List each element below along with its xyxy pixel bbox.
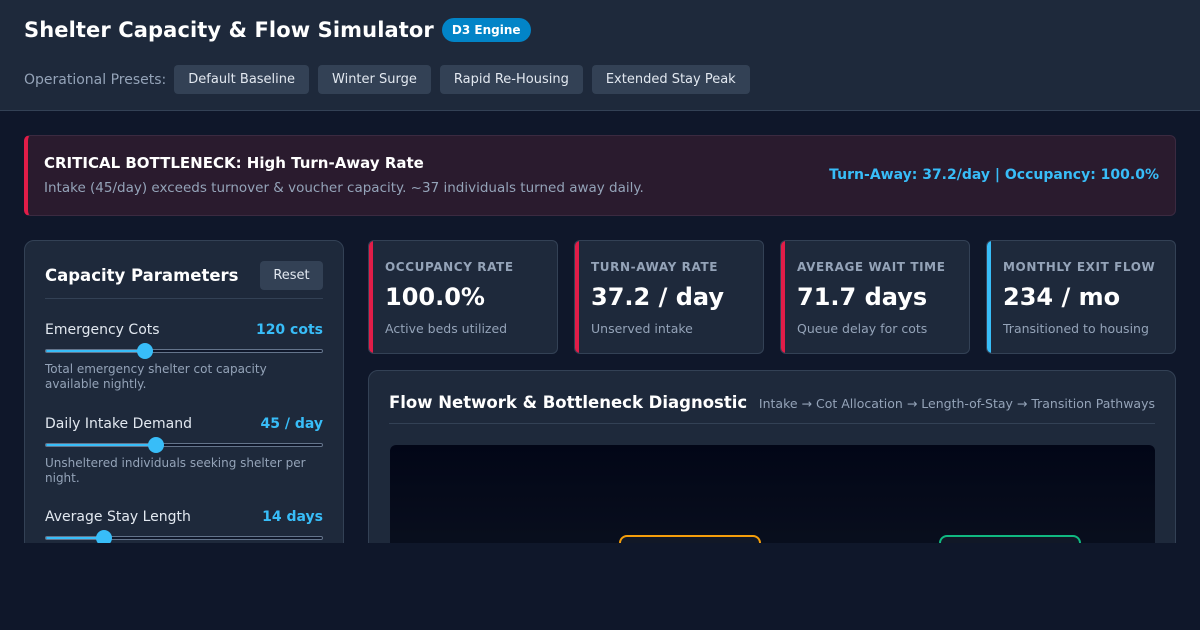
engine-badge: D3 Engine <box>441 18 531 42</box>
param-name: Average Stay Length <box>45 509 191 525</box>
average-stay-slider[interactable] <box>45 530 323 546</box>
param-value: 45 / day <box>260 416 323 432</box>
app-title: Shelter Capacity & Flow Simulator <box>24 18 434 42</box>
kpi-value: 37.2 / day <box>591 283 724 311</box>
param-value: 14 days <box>262 509 323 525</box>
kpi-average-wait-time: AVERAGE WAIT TIME 71.7 days Queue delay … <box>780 240 970 354</box>
kpi-accent-bar <box>781 241 785 353</box>
alert-title: CRITICAL BOTTLENECK: High Turn-Away Rate <box>44 154 424 172</box>
kpi-occupancy-rate: OCCUPANCY RATE 100.0% Active beds utiliz… <box>368 240 558 354</box>
kpi-label: AVERAGE WAIT TIME <box>797 260 946 274</box>
slider-fill <box>46 350 146 352</box>
param-help: Unsheltered individuals seeking shelter … <box>45 456 306 485</box>
alert-metrics: Turn-Away: 37.2/day | Occupancy: 100.0% <box>829 167 1159 183</box>
preset-default-baseline-button[interactable]: Default Baseline <box>174 65 310 94</box>
flow-title: Flow Network & Bottleneck Diagnostic <box>389 393 748 412</box>
slider-thumb[interactable] <box>148 437 165 453</box>
param-help: Total emergency shelter cot capacity ava… <box>45 362 267 391</box>
title-row: Shelter Capacity & Flow Simulator D3 Eng… <box>24 18 531 42</box>
kpi-label: MONTHLY EXIT FLOW <box>1003 260 1156 274</box>
presets-label: Operational Presets: <box>24 71 167 88</box>
kpi-value: 234 / mo <box>1003 283 1121 311</box>
flow-network-panel: Flow Network & Bottleneck Diagnostic Int… <box>368 370 1176 570</box>
alert-description: Intake (45/day) exceeds turnover & vouch… <box>44 180 644 196</box>
divider <box>45 298 323 299</box>
flow-pathway-caption: Intake → Cot Allocation → Length-of-Stay… <box>758 396 1155 411</box>
header-bar: Shelter Capacity & Flow Simulator D3 Eng… <box>0 0 1200 111</box>
bottleneck-alert: CRITICAL BOTTLENECK: High Turn-Away Rate… <box>24 135 1176 216</box>
preset-row: Operational Presets: Default Baseline Wi… <box>24 65 759 94</box>
divider <box>389 423 1155 424</box>
kpi-accent-bar <box>987 241 991 353</box>
kpi-subtitle: Queue delay for cots <box>797 321 928 336</box>
slider-thumb[interactable] <box>137 343 154 359</box>
kpi-subtitle: Transitioned to housing <box>1003 321 1149 336</box>
kpi-subtitle: Unserved intake <box>591 321 693 336</box>
preset-winter-surge-button[interactable]: Winter Surge <box>318 65 431 94</box>
kpi-subtitle: Active beds utilized <box>385 321 508 336</box>
emergency-cots-slider[interactable] <box>45 343 323 359</box>
slider-fill <box>46 444 157 446</box>
param-value: 120 cots <box>255 322 323 338</box>
kpi-turn-away-rate: TURN-AWAY RATE 37.2 / day Unserved intak… <box>574 240 764 354</box>
preset-extended-stay-peak-button[interactable]: Extended Stay Peak <box>591 65 750 94</box>
parameters-title: Capacity Parameters <box>45 266 239 285</box>
capacity-parameters-panel: Capacity Parameters Reset Emergency Cots… <box>24 240 344 560</box>
kpi-label: OCCUPANCY RATE <box>385 260 514 274</box>
kpi-value: 100.0% <box>385 283 485 311</box>
daily-intake-slider[interactable] <box>45 437 323 453</box>
kpi-monthly-exit-flow: MONTHLY EXIT FLOW 234 / mo Transitioned … <box>986 240 1176 354</box>
kpi-accent-bar <box>369 241 373 353</box>
param-name: Daily Intake Demand <box>45 416 192 432</box>
param-name: Emergency Cots <box>45 322 160 338</box>
reset-button[interactable]: Reset <box>260 261 323 290</box>
kpi-value: 71.7 days <box>797 283 928 311</box>
page-background <box>0 543 1200 630</box>
kpi-accent-bar <box>575 241 579 353</box>
kpi-label: TURN-AWAY RATE <box>591 260 719 274</box>
preset-rapid-rehousing-button[interactable]: Rapid Re-Housing <box>439 65 583 94</box>
